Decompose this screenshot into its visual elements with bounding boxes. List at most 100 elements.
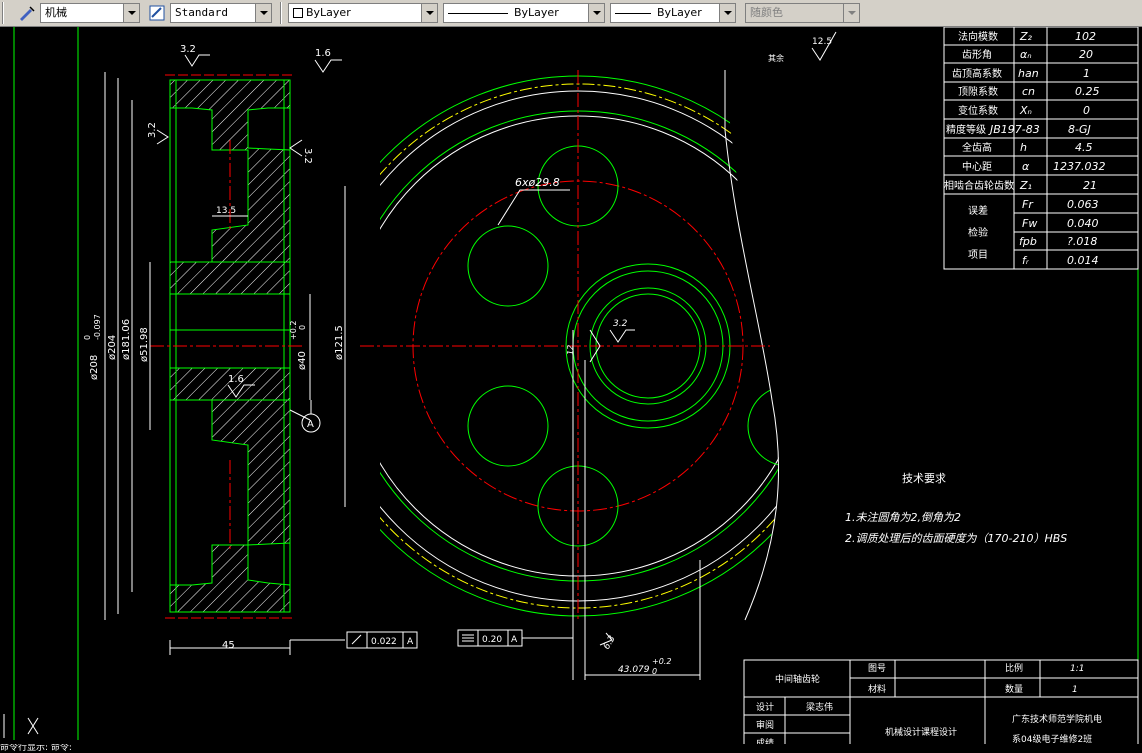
holes-dim: 6xø29.8 (515, 176, 560, 189)
school-name: 广东技术师范学院机电 (1012, 713, 1102, 725)
chevron-down-icon (843, 4, 859, 22)
error-label-1: 误差 (968, 204, 988, 217)
svg-text:αₙ: αₙ (1020, 48, 1032, 61)
text-style-select[interactable]: 机械 (40, 3, 140, 23)
error-row: fpb ?.018 (1019, 235, 1097, 248)
linetype-sample (448, 12, 508, 14)
lineweight-value: ByLayer (657, 6, 702, 19)
root-diameter-dim: ø204 (107, 335, 118, 360)
roughness-right: 3.2 (302, 148, 313, 164)
plot-style-value: 随颜色 (750, 6, 783, 19)
error-row: Fw 0.040 (1022, 217, 1099, 230)
roughness-top-right: 1.6 (315, 48, 331, 59)
drawing-canvas[interactable]: 3.2 1.6 3.2 3.2 1.6 13.5 ø208 0 -0.097 ø… (0, 27, 1142, 753)
dim-style-icon[interactable] (148, 4, 166, 22)
svg-text:102: 102 (1075, 30, 1096, 43)
roughness-bore: 3.2 (613, 319, 628, 329)
svg-text:Fr: Fr (1022, 198, 1034, 211)
drawing-no-label: 图号 (868, 663, 886, 674)
svg-text:0.063: 0.063 (1067, 198, 1099, 211)
param-row: 法向模数 Z₂ 102 (958, 30, 1096, 43)
svg-text:齿形角: 齿形角 (962, 49, 992, 61)
toolbar-separator (280, 2, 282, 24)
chevron-down-icon[interactable] (255, 4, 271, 22)
error-row: fᵣ 0.014 (1022, 254, 1099, 267)
error-label-2: 检验 (968, 226, 988, 239)
tip-diameter-dim: ø208 (89, 355, 100, 380)
chevron-down-icon[interactable] (421, 4, 437, 22)
ucs-icon (3, 714, 39, 738)
chevron-down-icon[interactable] (123, 4, 139, 22)
others-label: 其余 (768, 53, 784, 63)
linetype-select[interactable]: ByLayer (443, 3, 605, 23)
command-line[interactable]: 命令行显示: 命令: (0, 744, 1142, 753)
param-row: 相啮合齿轮齿数 Z₁ 21 (944, 179, 1097, 192)
chevron-down-icon[interactable] (588, 4, 604, 22)
dim-style-value: Standard (175, 6, 228, 19)
bore-tol-up: +0.2 (289, 321, 298, 340)
svg-text:?.018: ?.018 (1067, 235, 1097, 248)
bore-tol-low: 0 (298, 325, 307, 330)
roughness-left: 3.2 (147, 122, 158, 138)
qty-value: 1 (1072, 685, 1078, 695)
param-row: 齿形角 αₙ 20 (962, 48, 1093, 61)
key-width-dim: 12 (566, 345, 575, 355)
runout-value: 0.022 (371, 637, 397, 647)
datum-label: A (307, 419, 314, 430)
svg-text:Z₁: Z₁ (1019, 179, 1032, 192)
svg-text:Xₙ: Xₙ (1019, 104, 1032, 117)
dim-style-select[interactable]: Standard (170, 3, 272, 23)
roughness-top-left: 3.2 (180, 44, 196, 55)
svg-text:1: 1 (1083, 67, 1090, 80)
text-style-icon[interactable] (18, 4, 36, 22)
svg-text:h: h (1020, 141, 1027, 154)
svg-text:全齿高: 全齿高 (962, 141, 992, 154)
svg-text:相啮合齿轮齿数: 相啮合齿轮齿数 (944, 179, 1014, 192)
linetype-value: ByLayer (514, 6, 559, 19)
web-diameter-dim: ø181.06 (121, 319, 132, 360)
svg-text:21: 21 (1083, 179, 1097, 192)
roughness-other: 12.5 (812, 37, 832, 47)
svg-text:Fw: Fw (1022, 217, 1037, 230)
hole-circle-dim: ø121.5 (334, 325, 345, 360)
svg-text:cn: cn (1022, 85, 1035, 98)
tip-diameter-upper-tol: 0 (83, 335, 92, 340)
tech-line-2: 2.调质处理后的齿面硬度为（170-210）HBS (845, 532, 1067, 545)
tip-diameter-lower-tol: -0.097 (93, 314, 102, 340)
svg-text:顶隙系数: 顶隙系数 (958, 85, 998, 98)
review-label: 审阅 (756, 719, 774, 731)
error-row: Fr 0.063 (1022, 198, 1099, 211)
datum-a-symbol: A (301, 400, 321, 433)
svg-text:han: han (1018, 67, 1039, 80)
svg-text:8-GJ: 8-GJ (1068, 123, 1091, 136)
qty-label: 数量 (1005, 683, 1023, 695)
key-depth-tol-up: +0.2 (652, 657, 671, 666)
svg-text:20: 20 (1079, 48, 1093, 61)
svg-text:变位系数: 变位系数 (958, 104, 998, 117)
chevron-down-icon[interactable] (719, 4, 735, 22)
properties-toolbar: 机械 Standard ByLayer ByLayer ByLayer 随颜色 (0, 0, 1142, 27)
hub-diameter-dim: ø51.98 (139, 327, 150, 362)
material-label: 材料 (868, 683, 886, 695)
lineweight-sample (615, 12, 651, 14)
svg-text:0.040: 0.040 (1067, 217, 1099, 230)
svg-text:fᵣ: fᵣ (1022, 254, 1030, 267)
color-swatch-icon (293, 8, 303, 18)
symmetry-datum: A (511, 635, 518, 645)
svg-text:精度等级: 精度等级 (946, 123, 986, 136)
scale-label: 比例 (1005, 662, 1023, 674)
tech-line-1: 1.未注圆角为2,倒角为2 (845, 511, 961, 524)
designer-label: 设计 (756, 701, 774, 713)
designer-name: 梁志伟 (806, 701, 833, 713)
param-row: 精度等级 JB197-83 8-GJ (946, 123, 1091, 136)
runout-tolerance-frame: 0.022 A (346, 631, 418, 649)
svg-text:JB197-83: JB197-83 (988, 123, 1040, 136)
toolbar-grip[interactable] (2, 2, 4, 24)
layer-color-value: ByLayer (306, 6, 351, 19)
part-name: 中间轴齿轮 (775, 673, 820, 685)
key-depth-tol-low: 0 (652, 667, 657, 676)
roughness-hub: 1.6 (228, 374, 244, 385)
lineweight-select[interactable]: ByLayer (610, 3, 736, 23)
layer-color-select[interactable]: ByLayer (288, 3, 438, 23)
plot-style-select: 随颜色 (745, 3, 860, 23)
